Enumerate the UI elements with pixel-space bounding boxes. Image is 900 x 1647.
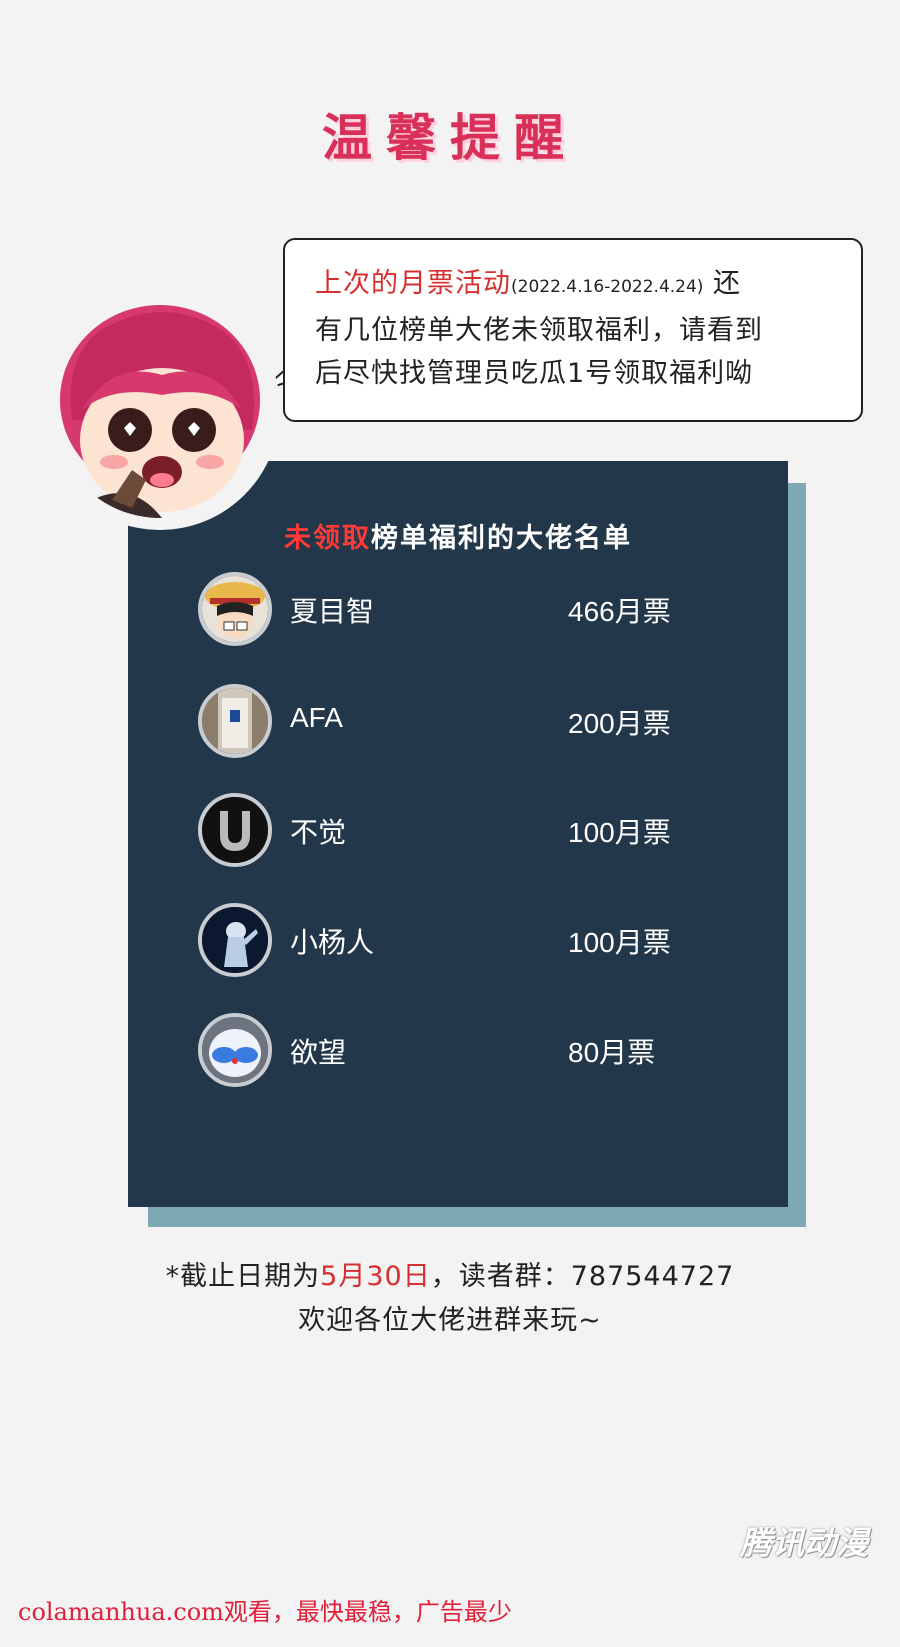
vote-count: 100月票	[568, 927, 671, 958]
speech-bubble: 上次的月票活动(2022.4.16-2022.4.24) 还 有几位榜单大佬未领…	[283, 238, 863, 422]
card-title-unclaimed: 未领取	[284, 523, 371, 554]
bubble-line-3: 后尽快找管理员吃瓜1号领取福利呦	[315, 358, 754, 389]
ranking-row: 不觉 100月票	[198, 793, 718, 873]
vote-count: 80月票	[568, 1037, 656, 1068]
user-name: AFA	[290, 702, 343, 733]
ranking-row: 小杨人 100月票	[198, 903, 718, 983]
vote-count: 200月票	[568, 708, 671, 739]
mascot-avatar	[52, 300, 268, 518]
user-name: 欲望	[290, 1037, 347, 1068]
user-name: 夏目智	[290, 596, 375, 627]
bubble-text-a: 还	[713, 268, 742, 299]
bubble-line-2: 有几位榜单大佬未领取福利，请看到	[315, 315, 763, 346]
user-avatar	[198, 572, 272, 646]
deadline-note: *截止日期为5月30日，读者群：787544727 欢迎各位大佬进群来玩~	[0, 1255, 900, 1343]
vote-count: 466月票	[568, 596, 671, 627]
note-prefix: *截止日期为	[165, 1261, 321, 1292]
user-avatar	[198, 793, 272, 867]
user-avatar	[198, 1013, 272, 1087]
card-title: 未领取榜单福利的大佬名单	[128, 516, 788, 555]
vote-count: 100月票	[568, 817, 671, 848]
user-name: 小杨人	[290, 927, 375, 958]
deadline-date: 5月30日	[320, 1261, 431, 1292]
user-name: 不觉	[290, 817, 347, 848]
ranking-row: 夏目智 466月票	[198, 572, 718, 652]
user-avatar	[198, 903, 272, 977]
ranking-row: AFA 200月票	[198, 684, 718, 764]
user-avatar	[198, 684, 272, 758]
note-line-2: 欢迎各位大佬进群来玩~	[298, 1305, 602, 1336]
note-group: ，读者群：787544727	[430, 1261, 735, 1292]
footer-ad-text: colamanhua.com观看，最快最稳，广告最少	[18, 1598, 512, 1626]
card-title-rest: 榜单福利的大佬名单	[371, 523, 632, 554]
activity-highlight: 上次的月票活动	[315, 268, 511, 299]
watermark-logo: 腾讯动漫	[740, 1524, 869, 1562]
activity-dates: (2022.4.16-2022.4.24)	[511, 277, 704, 297]
note-line-1: *截止日期为5月30日，读者群：787544727	[0, 1255, 900, 1299]
page-title: 温馨提醒	[322, 109, 578, 167]
ranking-row: 欲望 80月票	[198, 1013, 718, 1093]
bubble-line-1: 上次的月票活动(2022.4.16-2022.4.24) 还	[315, 262, 843, 309]
